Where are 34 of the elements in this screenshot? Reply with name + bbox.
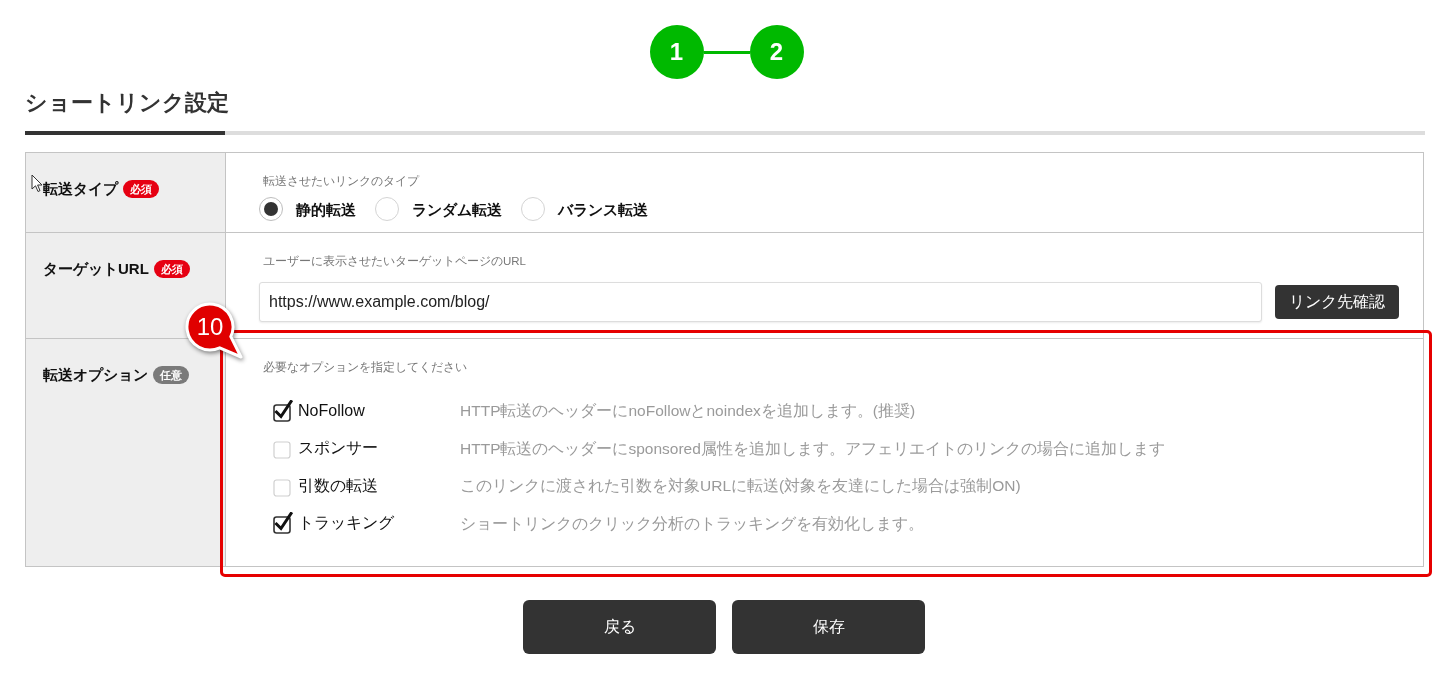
field-hint: 必要なオプションを指定してください — [262, 360, 468, 375]
step-connector — [703, 50, 750, 54]
radio-selected-icon[interactable] — [259, 197, 283, 221]
checkbox-option[interactable]: トラッキング — [273, 511, 460, 536]
field-label: 転送オプション — [43, 364, 148, 385]
option-description: HTTP転送のヘッダーにnoFollowとnoindexを追加します。(推奨) — [460, 401, 916, 422]
checked-checkbox-icon[interactable] — [273, 512, 293, 535]
save-button[interactable]: 保存 — [732, 600, 925, 654]
checkbox-option[interactable]: スポンサー — [273, 436, 460, 461]
radio-option[interactable]: ランダム転送 — [375, 197, 502, 221]
option-description: ショートリンクのクリック分析のトラッキングを有効化します。 — [460, 513, 924, 534]
checked-checkbox-icon[interactable] — [273, 399, 293, 422]
checkbox-option[interactable]: 引数の転送 — [273, 473, 460, 498]
field-label: 転送タイプ — [43, 178, 118, 199]
radio-option[interactable]: バランス転送 — [521, 197, 648, 221]
back-button[interactable]: 戻る — [523, 600, 716, 654]
radio-icon[interactable] — [521, 197, 545, 221]
checkbox-option[interactable]: NoFollow — [273, 398, 460, 423]
required-badge: 必須 — [153, 260, 190, 278]
field-label: ターゲットURL — [43, 258, 149, 279]
field-hint: ユーザーに表示させたいターゲットページのURL — [262, 254, 527, 269]
mouse-cursor-icon — [31, 174, 43, 193]
option-description: HTTP転送のヘッダーにsponsored属性を追加します。アフェリエイトのリンクの場合に追加します — [460, 438, 1165, 459]
optional-badge: 任意 — [153, 366, 189, 384]
option-description: このリンクに渡された引数を対象URLに転送(対象を友達にした場合は強制ON) — [460, 476, 1021, 497]
field-hint: 転送させたいリンクのタイプ — [262, 174, 421, 189]
section-title: ショートリンク設定 — [25, 89, 229, 117]
step-indicator: 1 — [649, 25, 704, 79]
radio-option[interactable]: 静的転送 — [259, 197, 356, 221]
step-indicator: 2 — [749, 25, 804, 79]
url-input-field[interactable]: https://www.example.com/blog/ — [259, 282, 1262, 322]
radio-icon[interactable] — [375, 197, 399, 221]
link-check-button[interactable]: リンク先確認 — [1275, 285, 1399, 319]
required-badge: 必須 — [123, 180, 159, 198]
